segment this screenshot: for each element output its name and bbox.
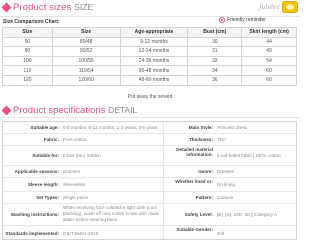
spec-key: Applicable seasons: (14, 169, 59, 174)
spec-value: Cartoon (217, 195, 234, 200)
table-cell: 120/60 (51, 74, 121, 86)
spec-key: Suitable age: (30, 125, 59, 130)
column-header: Size (2, 27, 53, 38)
table-cell: 30 (187, 36, 243, 48)
brand-logo[interactable]: Jubilee (259, 1, 298, 13)
spec-value: Princess dress (217, 125, 248, 130)
spec-key: Washing instructions: (10, 212, 59, 217)
table-cell: 90 (2, 46, 53, 57)
size-section-header: Product sizes SIZE Jubilee (0, 0, 300, 17)
spec-key: Set Types: (36, 195, 59, 200)
size-chart-table: Size Size Age-appropriate Bust (cm) Skir… (2, 27, 297, 86)
column-header: Skirt length (cm) (241, 27, 297, 38)
table-cell: 31 (187, 46, 243, 57)
spec-value: Summer (63, 169, 81, 174)
spec-row: Fabric: Pure cotton Thickness: Thin (3, 134, 296, 146)
column-header: Bust (cm) (187, 27, 243, 38)
spec-key: Whether lined or: (175, 179, 213, 184)
spec-section-title: Product specifications DETAIL (13, 105, 138, 116)
spec-row: Sleeve length: Sleeveless Whether lined … (3, 178, 296, 192)
spec-key: Genre: (198, 169, 213, 174)
table-cell: 80/48 (51, 36, 121, 48)
table-cell: 110/54 (51, 65, 121, 76)
table-cell: 60 (241, 65, 297, 76)
table-row: 110 110/54 36-48 months 34 60 (2, 65, 297, 76)
table-row: 90 80/48 9-12 months 30 44 (2, 36, 297, 48)
spec-key: Pattern: (195, 195, 213, 200)
spec-section-header: Product specifications DETAIL (0, 103, 300, 118)
table-cell: 66 (241, 74, 297, 86)
table-cell: 36 (187, 74, 243, 86)
table-cell: 54 (241, 55, 297, 67)
spec-key: Sleeve length: (27, 182, 59, 187)
spec-value: Dresses (217, 169, 234, 174)
brand-badge-icon (282, 1, 298, 13)
reminder-label: Friendly reminder (227, 17, 266, 23)
spec-value: When receiving face colored is light dar… (63, 205, 160, 222)
table-cell: 110 (2, 65, 53, 76)
spec-key: Detailed material information: (176, 147, 213, 157)
diamond-bullet-icon (1, 2, 12, 13)
table-cell: 24-36 months (119, 55, 189, 67)
spec-row: Standards implemented: GB/T18401-2010 Su… (3, 226, 296, 239)
spec-value: GB/T18401-2010 (63, 231, 99, 236)
table-cell: 48-60 months (119, 74, 189, 86)
table-row: 90 90/52 12-24 months 31 49 (2, 46, 297, 57)
spec-row: Set Types: Single piece Pattern: Cartoon (3, 192, 296, 204)
spec-table: Suitable age: 0-6 months, 6-12 months, 1… (2, 121, 297, 240)
column-header: Size (51, 27, 121, 38)
spec-value: 0-6 months, 6-12 months, 1-3 years, 3-6 … (63, 125, 158, 130)
spec-value: Pure cotton (63, 137, 87, 142)
spec-key: Standards implemented: (5, 231, 59, 236)
spec-value: Infant (0m) Xolden (63, 153, 101, 158)
spec-row: Suitable age: 0-6 months, 6-12 months, 1… (3, 122, 296, 134)
spec-value: Single piece (63, 195, 89, 200)
size-comparison-label: Size Comparison Chart: (3, 19, 60, 25)
spec-key: Fabric: (43, 137, 59, 142)
table-cell: 49 (241, 46, 297, 57)
table-cell: 34 (187, 65, 243, 76)
spec-row: Suitable for: Infant (0m) Xolden Detaile… (3, 146, 296, 166)
brand-logo-text: Jubilee (258, 3, 280, 11)
table-cell: 32 (187, 55, 243, 67)
spec-row: Washing instructions: When receiving fac… (3, 204, 296, 226)
table-cell: 36-48 months (119, 65, 189, 76)
diamond-bullet-icon (1, 105, 12, 116)
spec-key: Thickness: (189, 137, 213, 142)
table-cell: 100 (2, 55, 53, 67)
table-cell: 100/56 (51, 55, 121, 67)
table-row: 120 120/60 48-60 months 36 66 (2, 74, 297, 86)
spec-value: No lining (217, 182, 235, 187)
spec-key: Main Style: (188, 125, 213, 130)
size-note: Put away the sewed (127, 94, 173, 100)
spec-value: Girl (217, 231, 225, 236)
spec-value: [B], [D], 19D, 1D], Category A (217, 212, 277, 217)
column-header: Age-appropriate (119, 27, 189, 38)
table-cell: 120 (2, 74, 53, 86)
spec-row: Applicable seasons: Summer Genre: Dresse… (3, 166, 296, 178)
spec-value: Sleeveless (63, 182, 86, 187)
size-section-title: Product sizes SIZE (13, 2, 94, 13)
friendly-reminder[interactable]: Friendly reminder (219, 17, 266, 23)
spec-value: Thin (217, 137, 226, 142)
table-row: 100 100/56 24-36 months 32 54 (2, 55, 297, 67)
table-cell: 12-24 months (119, 46, 189, 57)
table-cell: 90 (2, 36, 53, 48)
table-cell: 9-12 months (119, 36, 189, 48)
table-cell: 44 (241, 36, 297, 48)
table-header-row: Size Size Age-appropriate Bust (cm) Skir… (2, 27, 297, 38)
table-cell: 90/52 (51, 46, 121, 57)
spec-key: Suitable Gender: (176, 227, 213, 232)
spec-key: Suitable for: (32, 153, 59, 158)
reminder-icon (219, 17, 225, 23)
spec-value: [Leaf-haled fabric] 100% cotton (217, 153, 281, 158)
spec-key: Safety Level: (184, 212, 213, 217)
